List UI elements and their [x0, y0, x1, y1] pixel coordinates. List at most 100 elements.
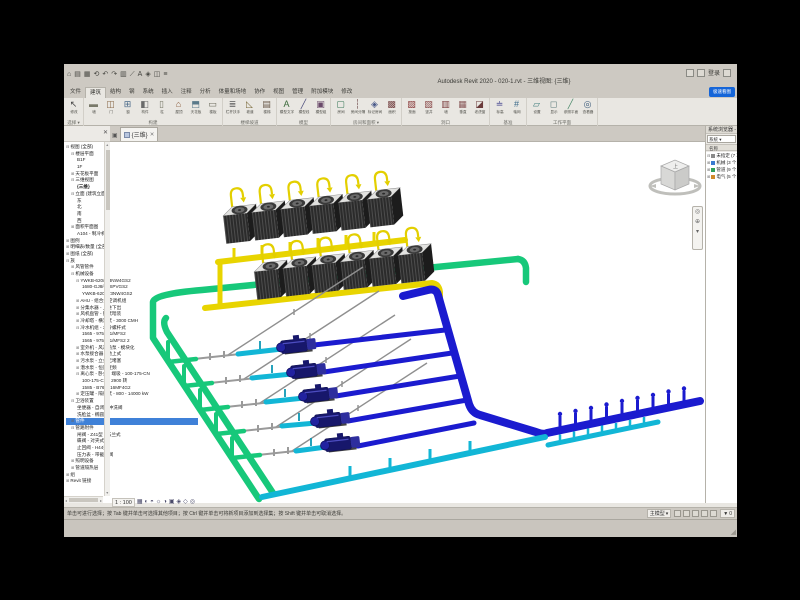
expander-icon[interactable]: ⊞: [66, 238, 69, 245]
measure-icon[interactable]: ⟋: [130, 70, 135, 79]
plugin-button[interactable]: 极速看图: [709, 87, 735, 97]
expander-icon[interactable]: ⊟: [707, 153, 710, 158]
expander-icon[interactable]: ⊞: [66, 251, 69, 258]
text-icon[interactable]: A: [138, 70, 143, 79]
ribbon-tab-文件[interactable]: 文件: [66, 87, 85, 98]
ribbon-tab-系统[interactable]: 系统: [139, 87, 158, 98]
tree-item[interactable]: ⊟卫浴装置: [66, 398, 198, 405]
expander-icon[interactable]: ⊞: [76, 311, 79, 318]
ribbon-tool[interactable]: ▱设置: [529, 99, 544, 115]
expander-icon[interactable]: ⊞: [71, 458, 74, 465]
tree-item[interactable]: 100-175-CN - 2900 转: [66, 378, 198, 385]
ribbon-tool[interactable]: ▥墙: [438, 99, 453, 115]
ribbon-tool[interactable]: ▢房间: [333, 99, 348, 115]
save-icon[interactable]: ▦: [84, 70, 91, 79]
ribbon-tab-注释[interactable]: 注释: [177, 87, 196, 98]
home-icon[interactable]: ⌂: [67, 70, 71, 79]
expander-icon[interactable]: ⊞: [71, 171, 74, 178]
system-browser-row[interactable]: ⊟未指定 (7 项): [706, 152, 737, 159]
help-icon[interactable]: [723, 69, 731, 77]
tree-item[interactable]: ⊞Revit 链接: [66, 478, 198, 485]
expander-icon[interactable]: ⊟: [76, 278, 79, 285]
tab-scroll-icon[interactable]: ▣: [112, 132, 118, 139]
system-browser-row[interactable]: ⊞电气 (5 个系统): [706, 173, 737, 180]
tree-item[interactable]: ⊟立面 (建筑立面): [66, 191, 198, 198]
ribbon-tool[interactable]: ▩面积: [384, 99, 399, 115]
tree-item[interactable]: 坐便器 - 自闭式冲洗阀: [66, 405, 198, 412]
ribbon-tool[interactable]: ▯柱: [154, 99, 169, 115]
system-browser-column-header[interactable]: 名称: [706, 144, 737, 151]
tree-item[interactable]: ⊟机械设备: [66, 271, 198, 278]
scale-icon[interactable]: ▦: [137, 498, 143, 507]
system-browser-view-dropdown[interactable]: 系统 ▾: [707, 135, 736, 143]
tree-item[interactable]: ⊞水泵接合器 - 地上式: [66, 351, 198, 358]
tree-item[interactable]: {三维}: [66, 184, 198, 191]
drawing-area[interactable]: 上 ◎ ⊕ ▾: [110, 142, 737, 503]
ribbon-tool[interactable]: A模型文字: [279, 99, 294, 115]
thin-lines-icon[interactable]: ≡: [163, 70, 167, 79]
ribbon-tool[interactable]: ▤楼梯: [259, 99, 274, 115]
tree-item[interactable]: 1680-GJ8/C9SPVGS2: [66, 284, 198, 291]
ribbon-tool[interactable]: ┆房间分隔: [350, 99, 365, 115]
open-icon[interactable]: ▤: [74, 70, 81, 79]
ribbon-tab-视图[interactable]: 视图: [269, 87, 288, 98]
expander-icon[interactable]: ⊟: [66, 258, 69, 265]
expander-icon[interactable]: ⊞: [66, 244, 69, 251]
expander-icon[interactable]: ⊟: [71, 425, 74, 432]
expander-icon[interactable]: ⊞: [76, 351, 79, 358]
ribbon-tool[interactable]: ◫门: [103, 99, 118, 115]
ribbon-tool[interactable]: ◪老虎窗: [472, 99, 487, 115]
ribbon-tool[interactable]: #轴网: [509, 99, 524, 115]
select-pin-icon[interactable]: [710, 510, 717, 517]
tree-item[interactable]: 1565 - 975(8)1/MFS2: [66, 331, 198, 338]
ribbon-tab-钢[interactable]: 钢: [125, 87, 139, 98]
ribbon-tool[interactable]: ▣模型组: [313, 99, 328, 115]
ribbon-tab-分析[interactable]: 分析: [196, 87, 215, 98]
close-icon[interactable]: ✕: [103, 129, 108, 136]
expander-icon[interactable]: ⊞: [76, 345, 79, 352]
shadows-icon[interactable]: ◑: [163, 498, 167, 507]
tree-item[interactable]: ⊞AHU - 组合式空调机组: [66, 298, 198, 305]
expander-icon[interactable]: ⊞: [707, 167, 710, 172]
visual-style-icon[interactable]: ◓: [150, 498, 154, 507]
expander-icon[interactable]: ⊞: [71, 224, 74, 231]
selection-filter[interactable]: ▼0: [720, 509, 735, 518]
workset-selector[interactable]: 主模型▾: [647, 509, 672, 518]
ribbon-tab-修改[interactable]: 修改: [337, 87, 356, 98]
ribbon-tool[interactable]: ◺坡道: [242, 99, 257, 115]
view-tab-3d[interactable]: {三维} ✕: [120, 127, 159, 141]
expander-icon[interactable]: ⊞: [76, 305, 79, 312]
expander-icon[interactable]: ⊞: [71, 264, 74, 271]
tree-item[interactable]: ⊞管道隔热层: [66, 465, 198, 472]
link-select-icon[interactable]: [701, 510, 708, 517]
ribbon-tool[interactable]: ▦垂直: [455, 99, 470, 115]
section-icon[interactable]: ◫: [154, 70, 161, 79]
expander-icon[interactable]: ⊟: [71, 398, 74, 405]
expander-icon[interactable]: ⊟: [71, 271, 74, 278]
ribbon-tool[interactable]: ▬墙: [86, 99, 101, 115]
tree-item[interactable]: ⊟视图 (全部): [66, 144, 198, 151]
expander-icon[interactable]: ⊞: [66, 478, 69, 485]
ribbon-tab-体量和场地[interactable]: 体量和场地: [215, 87, 251, 98]
ribbon-tab-插入[interactable]: 插入: [158, 87, 177, 98]
crop-visibility-icon[interactable]: ◈: [177, 498, 182, 507]
tree-item[interactable]: ⊞冷却塔 - 横流式 - 3000 CMH: [66, 318, 198, 325]
tree-item[interactable]: YWKB-620/W3NW4GS2: [66, 291, 198, 298]
tree-item[interactable]: 蝶阀 - 对夹式: [66, 438, 198, 445]
ribbon-tool[interactable]: ⌂屋顶: [171, 99, 186, 115]
ribbon-tool[interactable]: ◧构件: [137, 99, 152, 115]
detail-level-icon[interactable]: ◐: [145, 498, 149, 507]
design-options-icon[interactable]: [683, 510, 690, 517]
3d-view-icon[interactable]: ◈: [145, 70, 150, 79]
sign-in-label[interactable]: 登录: [708, 68, 720, 77]
resize-grip-icon[interactable]: ◢: [731, 528, 736, 536]
tree-item[interactable]: 北: [66, 204, 198, 211]
tree-item[interactable]: 止回阀 - H44型: [66, 445, 198, 452]
expander-icon[interactable]: ⊞: [76, 318, 79, 325]
avatar-icon[interactable]: [697, 69, 705, 77]
ribbon-tool[interactable]: ◻显示: [546, 99, 561, 115]
tree-item[interactable]: ⊞图纸 (全部): [66, 251, 198, 258]
ribbon-tab-协作[interactable]: 协作: [250, 87, 269, 98]
worksets-icon[interactable]: [674, 510, 681, 517]
expander-icon[interactable]: ⊟: [76, 371, 79, 378]
